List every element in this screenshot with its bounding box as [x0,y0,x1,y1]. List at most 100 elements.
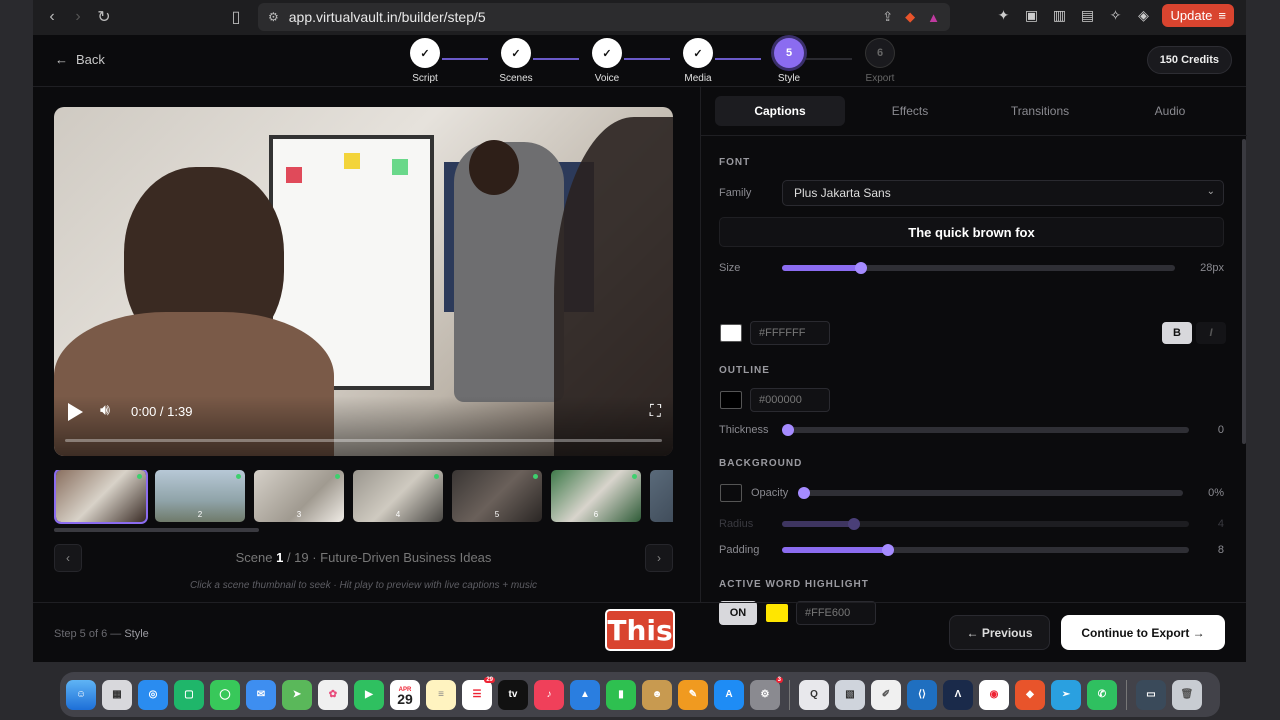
slider-knob[interactable] [782,424,794,436]
step-style[interactable]: 5 Style [759,38,819,84]
size-slider[interactable] [782,262,1175,274]
slider-knob[interactable] [798,487,810,499]
reload-icon[interactable]: ↻ [91,4,117,30]
calendar-icon[interactable]: APR 29 [390,679,420,710]
brave-icon[interactable]: ◆ [1015,679,1045,710]
apple-tv-icon[interactable]: tv [498,679,528,710]
brave-rewards-icon[interactable]: ▲ [927,10,940,25]
scene-thumbnail[interactable]: 2 [155,470,245,522]
sidebar-icon[interactable]: ▥ [1050,7,1068,25]
step-check-icon: ✓ [592,38,622,68]
fullscreen-icon[interactable]: ⛶ [650,403,661,421]
quicktime-icon[interactable]: Q [799,679,829,710]
notes-icon[interactable]: ≡ [426,679,456,710]
brave-shield-icon[interactable]: ◆ [905,9,915,25]
safari-icon[interactable]: ◎ [138,679,168,710]
wallet-icon[interactable]: ▤ [1078,7,1096,25]
scene-thumbnail[interactable]: 4 [353,470,443,522]
step-info-name: Style [124,628,149,640]
chevron-down-icon: ⌄ [1206,186,1215,197]
messages-icon[interactable]: ◯ [210,679,240,710]
video-player[interactable]: 🔊︎ 0:00 / 1:39 ⛶ [54,107,673,456]
photos-icon[interactable]: ✿ [318,679,348,710]
status-dot [632,474,637,479]
telegram-icon[interactable]: ➢ [1051,679,1081,710]
panel-scrollbar[interactable] [1242,139,1246,444]
back-button[interactable]: ← Back [55,52,105,67]
padding-slider[interactable] [782,544,1189,556]
forward-arrow-icon[interactable]: › [65,4,91,30]
scene-thumbnail[interactable]: 6 [551,470,641,522]
text-color-swatch[interactable] [720,324,742,342]
numbers-icon[interactable]: ▮ [606,679,636,710]
scene-thumbnail[interactable]: 3 [254,470,344,522]
trash-icon[interactable]: 🗑︎ [1172,679,1202,710]
back-arrow-icon[interactable]: ‹ [39,4,65,30]
opacity-slider[interactable] [798,487,1183,499]
outline-color-input[interactable]: #000000 [750,388,830,412]
mail-icon[interactable]: ✉ [246,679,276,710]
preview-icon[interactable]: ▧ [835,679,865,710]
leo-ai-icon[interactable]: ✧ [1106,7,1124,25]
app-store-icon[interactable]: A [714,679,744,710]
play-icon[interactable] [68,403,83,421]
screen-recorder-icon[interactable]: ▭ [1136,679,1166,710]
video-progress-bar[interactable] [65,439,662,442]
arc-icon[interactable]: Λ [943,679,973,710]
macos-dock: ☺ ▦ ◎ ▢ ◯ ✉ ➤ ✿ ▶ APR 29 ≡ ☰ 29 tv ♪ ▲ ▮ … [60,672,1220,717]
outline-color-swatch[interactable] [720,391,742,409]
launchpad-icon[interactable]: ▦ [102,679,132,710]
screenshot-icon[interactable]: ▣ [1022,7,1040,25]
tab-audio[interactable]: Audio [1105,96,1235,126]
next-scene-button[interactable]: › [645,544,673,572]
scene-thumbnail[interactable] [650,470,673,522]
keynote-icon[interactable]: ▲ [570,679,600,710]
contacts-icon[interactable]: ☻ [642,679,672,710]
facetime-icon[interactable]: ▢ [174,679,204,710]
step-label: Script [412,73,438,84]
menu-icon: ≡ [1218,8,1226,23]
vscode-icon[interactable]: ⟨⟩ [907,679,937,710]
system-settings-icon[interactable]: ⚙ 3 [750,676,783,710]
textedit-icon[interactable]: ✐ [871,679,901,710]
music-icon[interactable]: ♪ [534,679,564,710]
step-export[interactable]: 6 Export [850,38,910,84]
chrome-icon[interactable]: ◉ [979,679,1009,710]
step-media[interactable]: ✓ Media [668,38,728,84]
tab-transitions[interactable]: Transitions [975,96,1105,126]
step-label: Export [865,73,895,84]
site-settings-icon[interactable]: ⚙ [268,10,279,24]
whatsapp-icon[interactable]: ✆ [1087,679,1117,710]
previous-button[interactable]: ← Previous [949,615,1050,650]
address-bar[interactable]: ⚙ app.virtualvault.in/builder/step/5 ⇪ ◆… [258,3,950,31]
step-voice[interactable]: ✓ Voice [577,38,637,84]
extensions-icon[interactable]: ✦ [994,7,1012,25]
step-scenes[interactable]: ✓ Scenes [486,38,546,84]
scene-thumbnail[interactable]: 5 [452,470,542,522]
slider-knob[interactable] [855,262,867,274]
thickness-slider[interactable] [782,424,1189,436]
step-script[interactable]: ✓ Script [395,38,455,84]
continue-to-export-button[interactable]: Continue to Export → [1061,615,1225,650]
bookmark-icon[interactable]: ▯ [223,4,249,30]
maps-icon[interactable]: ➤ [282,679,312,710]
reminders-icon[interactable]: ☰ 29 [462,676,495,710]
finder-icon[interactable]: ☺ [66,679,96,710]
volume-icon[interactable]: 🔊︎ [100,402,110,420]
share-icon[interactable]: ⇪ [882,9,893,25]
slider-knob[interactable] [882,544,894,556]
font-family-select[interactable]: Plus Jakarta Sans ⌄ [782,180,1224,206]
tab-effects[interactable]: Effects [845,96,975,126]
thumbnails-scrollbar[interactable] [54,528,259,532]
facetime-video-icon[interactable]: ▶ [354,679,384,710]
tab-captions[interactable]: Captions [715,96,845,126]
bold-button[interactable]: B [1162,322,1192,344]
text-color-input[interactable]: #FFFFFF [750,321,830,345]
background-color-swatch[interactable] [720,484,742,502]
vpn-icon[interactable]: ◈ [1134,7,1152,25]
update-button[interactable]: Update ≡ [1162,4,1234,27]
pages-icon[interactable]: ✎ [678,679,708,710]
scene-thumbnail[interactable] [54,470,148,524]
extensions-area: ✦ ▣ ▥ ▤ ✧ ◈ Update ≡ [994,4,1234,27]
italic-button[interactable]: I [1196,322,1226,344]
